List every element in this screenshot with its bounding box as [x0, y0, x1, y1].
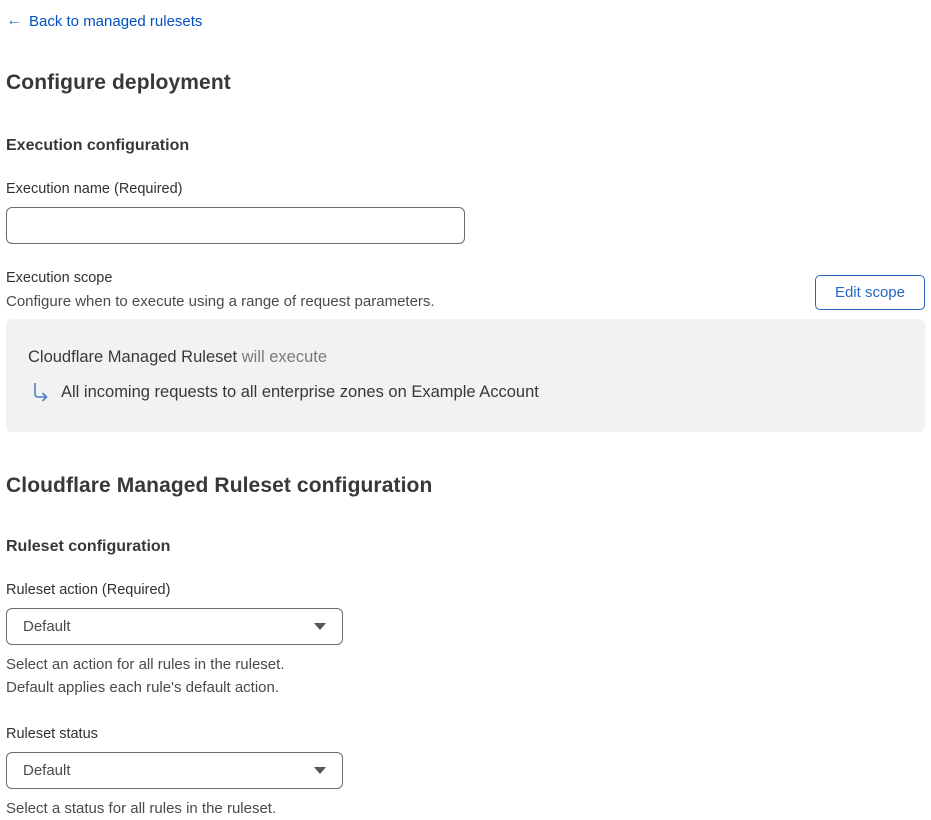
caret-down-icon	[314, 623, 326, 630]
scope-ruleset-name: Cloudflare Managed Ruleset	[28, 348, 238, 366]
ruleset-action-select[interactable]: Default	[6, 608, 343, 645]
scope-detail-text: All incoming requests to all enterprise …	[61, 382, 539, 401]
ruleset-action-group: Ruleset action (Required) Default Select…	[6, 581, 925, 699]
execution-scope-text: Execution scope Configure when to execut…	[6, 270, 435, 310]
execution-name-group: Execution name (Required)	[6, 180, 925, 244]
execution-scope-label: Execution scope	[6, 270, 113, 286]
execution-scope-description: Configure when to execute using a range …	[6, 293, 435, 310]
scope-summary-line2: All incoming requests to all enterprise …	[28, 382, 903, 402]
caret-down-icon	[314, 767, 326, 774]
ruleset-status-label: Ruleset status	[6, 726, 98, 742]
back-to-managed-rulesets-link[interactable]: ← Back to managed rulesets	[6, 13, 202, 30]
execution-configuration-heading: Execution configuration	[6, 137, 190, 154]
ruleset-status-help: Select a status for all rules in the rul…	[6, 797, 925, 820]
ruleset-status-select[interactable]: Default	[6, 752, 343, 789]
ruleset-action-help-line1: Select an action for all rules in the ru…	[6, 656, 285, 673]
ruleset-status-selected-value: Default	[23, 762, 71, 779]
execution-name-label: Execution name (Required)	[6, 181, 183, 197]
back-arrow-icon: ←	[6, 12, 22, 29]
scope-summary-line1: Cloudflare Managed Ruleset will execute	[28, 348, 903, 367]
ruleset-action-label: Ruleset action (Required)	[6, 582, 171, 598]
elbow-arrow-icon	[32, 382, 50, 402]
page-title: Configure deployment	[6, 71, 231, 94]
ruleset-configuration-subheading: Ruleset configuration	[6, 538, 171, 555]
edit-scope-button[interactable]: Edit scope	[814, 275, 925, 310]
ruleset-action-help: Select an action for all rules in the ru…	[6, 653, 925, 699]
ruleset-configuration-page-heading: Cloudflare Managed Ruleset configuration	[6, 474, 433, 497]
ruleset-status-group: Ruleset status Default Select a status f…	[6, 725, 925, 820]
scope-will-execute-text: will execute	[241, 348, 328, 366]
execution-scope-row: Execution scope Configure when to execut…	[6, 270, 925, 310]
back-link-label: Back to managed rulesets	[29, 12, 203, 30]
ruleset-action-help-line2: Default applies each rule's default acti…	[6, 679, 280, 696]
ruleset-action-selected-value: Default	[23, 618, 71, 635]
configure-deployment-page: ← Back to managed rulesets Configure dep…	[0, 0, 931, 820]
ruleset-status-help-line1: Select a status for all rules in the rul…	[6, 800, 277, 817]
scope-summary-box: Cloudflare Managed Ruleset will execute …	[6, 319, 925, 432]
execution-name-input[interactable]	[6, 207, 465, 244]
